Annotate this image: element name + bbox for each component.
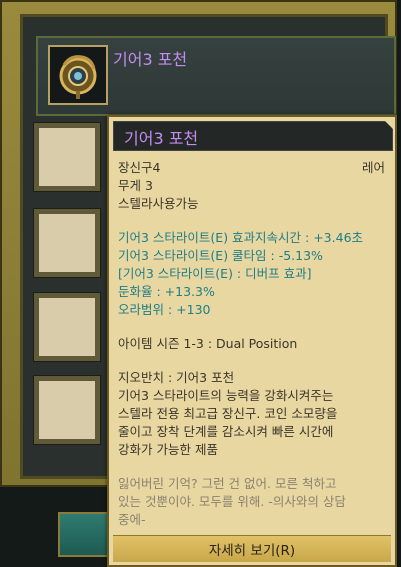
item-usable: 스텔라사용가능 [118, 196, 199, 211]
item-weight: 무게 3 [118, 178, 153, 193]
tooltip-header: 기어3 포천 [113, 121, 393, 151]
description-line: 줄이고 장착 단계를 감소시켜 빠른 시간에 [118, 424, 334, 439]
inventory-slot[interactable] [33, 208, 101, 278]
description-line: 기어3 스타라이트의 능력을 강화시켜주는 [118, 388, 334, 403]
inventory-slot[interactable] [33, 292, 101, 362]
description-line: 강화가 가능한 제품 [118, 442, 218, 457]
description-line: 지오반치 : 기어3 포천 [118, 370, 235, 385]
details-button[interactable]: 자세히 보기(R) [113, 535, 391, 562]
stat-line: 기어3 스타라이트(E) 쿨타임 : -5.13% [118, 248, 323, 263]
description-line: 스텔라 전용 최고급 장신구. 코인 소모량을 [118, 406, 338, 421]
stat-line: 오라범위 : +130 [118, 302, 211, 317]
flavor-line: 있는 것뿐이야. 모두를 위해. -의사와의 상담 [118, 494, 346, 509]
item-name: 기어3 포천 [113, 50, 188, 69]
inventory-slot[interactable] [33, 375, 101, 445]
stat-line: [기어3 스타라이트(E) : 디버프 효과] [118, 266, 312, 281]
flavor-line: 잃어버린 기억? 그런 건 없어. 모른 척하고 [118, 476, 337, 491]
item-rarity: 레어 [361, 160, 385, 175]
item-season: 아이템 시즌 1-3 : Dual Position [118, 336, 298, 351]
stat-line: 기어3 스타라이트(E) 효과지속시간 : +3.46초 [118, 230, 364, 245]
tooltip-corner [381, 117, 395, 131]
flavor-line: 중에- [118, 512, 146, 527]
item-row-selected[interactable]: 기어3 포천 [36, 36, 396, 116]
item-category: 장신구4 [118, 160, 161, 175]
stat-line: 둔화율 : +13.3% [118, 284, 215, 299]
item-tooltip: 기어3 포천 장신구4 레어 무게 3 스텔라사용가능 기어3 스타라이트(E)… [107, 115, 397, 567]
gear-pouch-icon [48, 45, 108, 105]
tooltip-title: 기어3 포천 [124, 129, 199, 148]
bottom-action-button[interactable] [58, 512, 113, 557]
inventory-slot[interactable] [33, 122, 101, 192]
